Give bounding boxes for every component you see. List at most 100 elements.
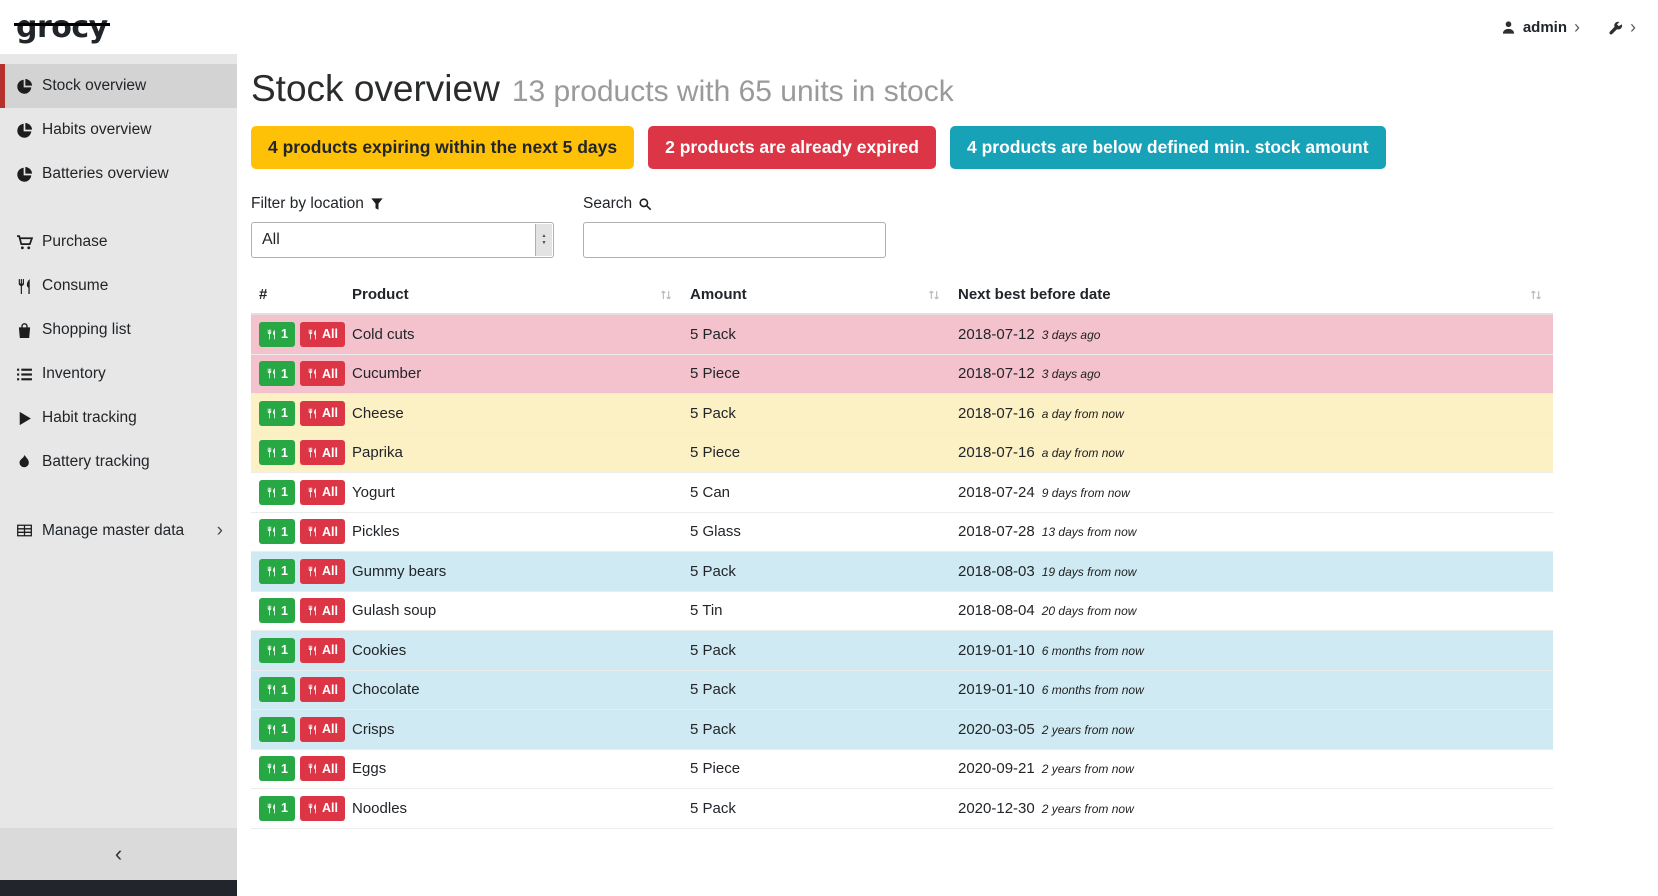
amount-cell: 5 Pack	[683, 642, 951, 659]
consume-1-button[interactable]: 1	[259, 519, 295, 544]
header-menus: admin › ›	[1501, 18, 1636, 36]
consume-all-button[interactable]: All	[300, 638, 345, 663]
consume-all-button[interactable]: All	[300, 717, 345, 742]
product-cell: Eggs	[345, 760, 683, 777]
utensils-icon	[266, 329, 277, 340]
row-action-label: All	[322, 643, 338, 657]
due-relative: 3 days ago	[1042, 367, 1101, 381]
due-relative: 19 days from now	[1042, 565, 1137, 579]
filter-search-row: Filter by location All ▲▼ Search	[251, 195, 1658, 258]
sidebar-item-label: Inventory	[42, 365, 106, 383]
user-menu[interactable]: admin ›	[1501, 18, 1580, 36]
table-body: 1AllCold cuts5 Pack2018-07-123 days ago1…	[251, 315, 1553, 829]
row-actions: 1All	[251, 480, 345, 505]
row-actions: 1All	[251, 717, 345, 742]
search-icon	[638, 197, 652, 211]
best-before-date: 2018-07-12	[958, 326, 1035, 343]
location-filter-select[interactable]: All ▲▼	[251, 222, 554, 258]
sidebar-collapse-button[interactable]: ‹	[0, 828, 237, 880]
consume-1-button[interactable]: 1	[259, 559, 295, 584]
consume-all-button[interactable]: All	[300, 796, 345, 821]
table-header: #ProductAmountNext best before date	[251, 280, 1553, 315]
consume-1-button[interactable]: 1	[259, 401, 295, 426]
alert-badge-2[interactable]: 2 products are already expired	[648, 126, 936, 169]
row-actions: 1All	[251, 322, 345, 347]
sidebar-item-manage-master-data[interactable]: Manage master data›	[0, 508, 237, 553]
utensils-icon	[307, 763, 318, 774]
settings-menu[interactable]: ›	[1608, 18, 1636, 36]
flame-icon	[16, 454, 33, 471]
search-control: Search	[583, 195, 886, 258]
consume-all-button[interactable]: All	[300, 519, 345, 544]
date-cell: 2018-07-123 days ago	[951, 365, 1553, 382]
consume-all-button[interactable]: All	[300, 401, 345, 426]
filter-label-text: Filter by location	[251, 195, 364, 213]
search-input[interactable]	[583, 222, 886, 258]
sidebar-item-habits-overview[interactable]: Habits overview	[0, 108, 237, 152]
sidebar-item-batteries-overview[interactable]: Batteries overview	[0, 152, 237, 196]
product-cell: Yogurt	[345, 484, 683, 501]
location-filter: Filter by location All ▲▼	[251, 195, 554, 258]
consume-1-button[interactable]: 1	[259, 677, 295, 702]
consume-1-button[interactable]: 1	[259, 717, 295, 742]
amount-cell: 5 Piece	[683, 760, 951, 777]
consume-all-button[interactable]: All	[300, 440, 345, 465]
consume-1-button[interactable]: 1	[259, 361, 295, 386]
sidebar-item-shopping-list[interactable]: Shopping list	[0, 308, 237, 352]
consume-all-button[interactable]: All	[300, 322, 345, 347]
sort-icon[interactable]	[927, 288, 941, 302]
date-cell: 2020-12-302 years from now	[951, 800, 1553, 817]
sidebar-item-stock-overview[interactable]: Stock overview	[0, 64, 237, 108]
table-row: 1AllGummy bears5 Pack2018-08-0319 days f…	[251, 552, 1553, 592]
consume-all-button[interactable]: All	[300, 677, 345, 702]
consume-1-button[interactable]: 1	[259, 322, 295, 347]
date-cell: 2018-08-0420 days from now	[951, 602, 1553, 619]
row-action-label: 1	[281, 683, 288, 697]
sidebar-item-consume[interactable]: Consume	[0, 264, 237, 308]
consume-1-button[interactable]: 1	[259, 480, 295, 505]
utensils-icon	[307, 487, 318, 498]
alert-badge-1[interactable]: 4 products expiring within the next 5 da…	[251, 126, 634, 169]
column-header-0: #	[251, 286, 345, 303]
sort-icon[interactable]	[659, 288, 673, 302]
best-before-date: 2018-08-03	[958, 563, 1035, 580]
row-action-label: All	[322, 525, 338, 539]
due-relative: 2 years from now	[1042, 762, 1134, 776]
app-logo[interactable]: grocy	[16, 10, 108, 45]
sidebar-item-battery-tracking[interactable]: Battery tracking	[0, 440, 237, 484]
consume-1-button[interactable]: 1	[259, 638, 295, 663]
sidebar-item-purchase[interactable]: Purchase	[0, 220, 237, 264]
amount-cell: 5 Pack	[683, 326, 951, 343]
row-action-label: 1	[281, 762, 288, 776]
product-cell: Noodles	[345, 800, 683, 817]
column-header-2[interactable]: Amount	[683, 286, 951, 303]
app-shell: Stock overviewHabits overviewBatteries o…	[0, 54, 1658, 896]
utensils-icon	[266, 803, 277, 814]
utensils-icon	[266, 447, 277, 458]
utensils-icon	[16, 278, 33, 295]
consume-1-button[interactable]: 1	[259, 440, 295, 465]
sort-icon[interactable]	[1529, 288, 1543, 302]
consume-1-button[interactable]: 1	[259, 756, 295, 781]
sidebar-item-habit-tracking[interactable]: Habit tracking	[0, 396, 237, 440]
row-action-label: All	[322, 604, 338, 618]
sidebar-item-inventory[interactable]: Inventory	[0, 352, 237, 396]
consume-all-button[interactable]: All	[300, 598, 345, 623]
table-row: 1AllPickles5 Glass2018-07-2813 days from…	[251, 513, 1553, 553]
row-action-label: 1	[281, 367, 288, 381]
consume-1-button[interactable]: 1	[259, 796, 295, 821]
column-header-3[interactable]: Next best before date	[951, 286, 1553, 303]
product-cell: Cheese	[345, 405, 683, 422]
amount-cell: 5 Piece	[683, 444, 951, 461]
consume-1-button[interactable]: 1	[259, 598, 295, 623]
utensils-icon	[307, 803, 318, 814]
alert-badge-3[interactable]: 4 products are below defined min. stock …	[950, 126, 1386, 169]
column-header-1[interactable]: Product	[345, 286, 683, 303]
row-action-label: 1	[281, 801, 288, 815]
best-before-date: 2018-07-16	[958, 405, 1035, 422]
amount-cell: 5 Pack	[683, 563, 951, 580]
consume-all-button[interactable]: All	[300, 480, 345, 505]
consume-all-button[interactable]: All	[300, 756, 345, 781]
consume-all-button[interactable]: All	[300, 559, 345, 584]
consume-all-button[interactable]: All	[300, 361, 345, 386]
